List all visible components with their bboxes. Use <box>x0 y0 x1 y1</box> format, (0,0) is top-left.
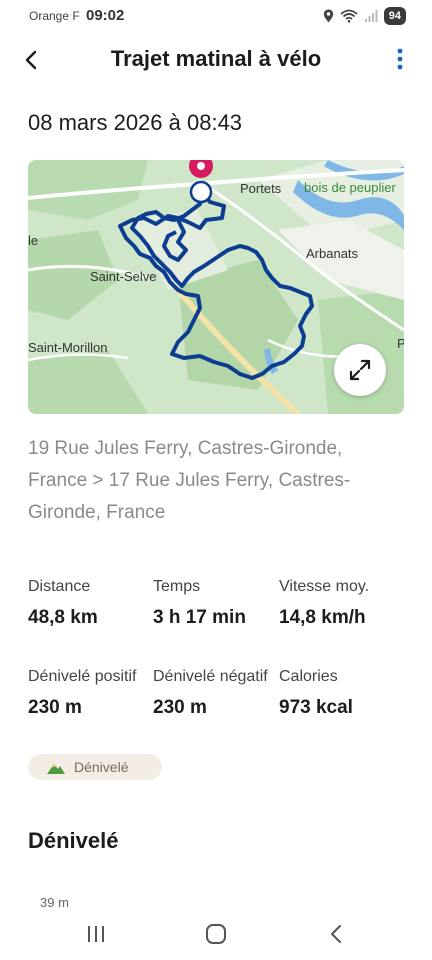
elevation-axis-tick: 39 m <box>40 895 69 907</box>
stat-time: Temps 3 h 17 min <box>153 578 279 629</box>
more-options-button[interactable] <box>386 46 414 74</box>
stat-elevation-loss: Dénivelé négatif 230 m <box>153 668 279 719</box>
expand-icon <box>349 359 371 381</box>
chip-label: Dénivelé <box>74 759 129 775</box>
elevation-section-title: Dénivelé <box>28 828 119 853</box>
stat-label: Distance <box>28 578 91 595</box>
recent-apps-icon <box>88 926 104 942</box>
elevation-chip[interactable]: Dénivelé <box>28 754 162 780</box>
stat-distance: Distance 48,8 km <box>28 578 154 629</box>
map-label-p: P <box>397 336 404 351</box>
stat-value: 230 m <box>28 697 82 718</box>
stat-label: Calories <box>279 668 338 685</box>
clock: 09:02 <box>86 7 125 24</box>
map-label-arbanats: Arbanats <box>306 246 359 261</box>
stat-calories: Calories 973 kcal <box>279 668 405 719</box>
system-nav-bar <box>0 908 432 960</box>
stat-value: 14,8 km/h <box>279 607 366 628</box>
app-header: Trajet matinal à vélo <box>0 36 432 84</box>
home-button[interactable] <box>196 920 236 948</box>
stat-value: 48,8 km <box>28 607 98 628</box>
more-vert-icon <box>397 48 403 70</box>
route-address: 19 Rue Jules Ferry, Castres-Gironde, Fra… <box>28 438 351 523</box>
status-bar: Orange F 09:02 94 <box>0 0 432 32</box>
stat-label: Dénivelé positif <box>28 668 137 685</box>
stat-label: Temps <box>153 578 201 595</box>
page-title: Trajet matinal à vélo <box>110 46 322 71</box>
location-icon <box>323 9 333 23</box>
stat-avg-speed: Vitesse moy. 14,8 km/h <box>279 578 405 629</box>
stat-value: 973 kcal <box>279 697 353 718</box>
stat-label: Dénivelé négatif <box>153 668 268 685</box>
mountain-icon <box>47 764 65 774</box>
activity-date: 08 mars 2026 à 08:43 <box>28 110 243 135</box>
status-icons: 94 <box>323 7 406 25</box>
map-label-bois: bois de peuplier <box>304 180 396 195</box>
stat-elevation-gain: Dénivelé positif 230 m <box>28 668 154 719</box>
battery-indicator: 94 <box>383 7 406 25</box>
map-label-saint-selve: Saint-Selve <box>90 269 157 284</box>
recent-apps-button[interactable] <box>76 920 116 948</box>
system-back-button[interactable] <box>316 920 356 948</box>
end-pin <box>189 180 213 204</box>
signal-icon <box>364 10 378 22</box>
stat-label: Vitesse moy. <box>279 578 370 595</box>
map-label-portets: Portets <box>240 181 282 196</box>
carrier-label: Orange F <box>29 9 80 23</box>
home-icon <box>206 924 226 944</box>
map-label-le: le <box>28 233 39 248</box>
route-map[interactable]: Portets bois de peuplier le Arbanats Sai… <box>28 160 404 414</box>
map-label-saint-morillon: Saint-Morillon <box>28 340 108 355</box>
stat-value: 3 h 17 min <box>153 607 246 628</box>
back-icon <box>331 925 341 943</box>
wifi-icon <box>340 9 358 23</box>
stat-value: 230 m <box>153 697 207 718</box>
expand-map-button[interactable] <box>334 344 386 396</box>
